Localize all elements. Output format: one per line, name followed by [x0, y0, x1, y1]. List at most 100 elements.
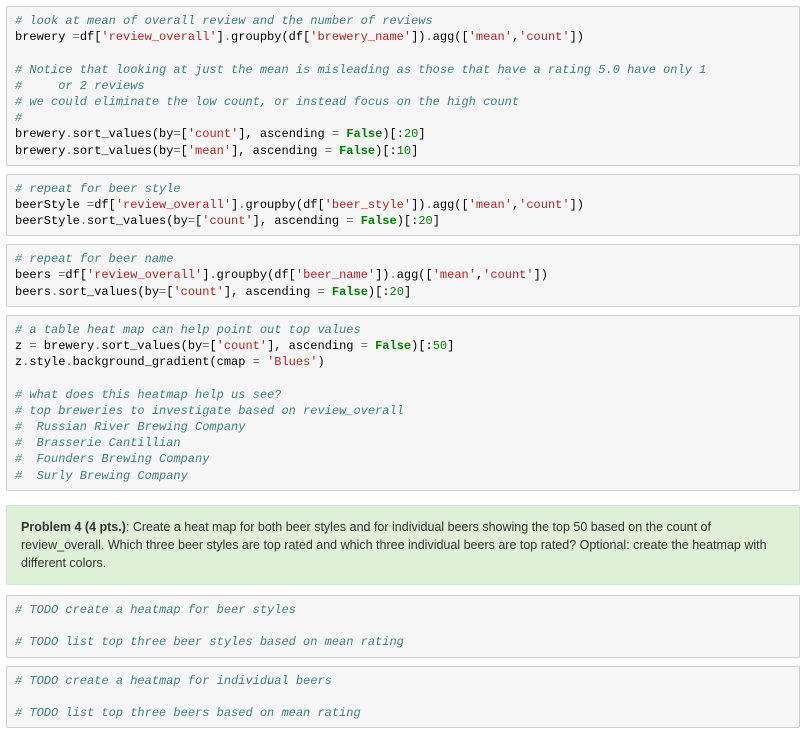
code-token: agg([ — [433, 198, 469, 212]
code-token: . — [390, 268, 397, 282]
code-token: beerStyle — [15, 198, 87, 212]
code-token: . — [65, 127, 72, 141]
code-token: False — [339, 144, 375, 158]
code-token: # repeat for beer name — [15, 252, 173, 266]
code-token: = — [188, 214, 195, 228]
code-token: ) — [317, 355, 324, 369]
code-token: # a table heat map can help point out to… — [15, 323, 361, 337]
problem-cell: Problem 4 (4 pts.): Create a heat map fo… — [6, 505, 800, 585]
code-token: background_gradient(cmap — [73, 355, 253, 369]
code-token: 'beer_name' — [296, 268, 375, 282]
code-cell[interactable]: # a table heat map can help point out to… — [6, 315, 800, 491]
code-token: beerStyle — [15, 214, 80, 228]
code-token: # TODO create a heatmap for individual b… — [15, 674, 332, 688]
code-token: # top breweries to investigate based on … — [15, 404, 404, 418]
code-token: 'count' — [188, 127, 238, 141]
code-token: False — [346, 127, 382, 141]
code-token: ] — [418, 127, 425, 141]
code-token: ], ascending — [224, 285, 318, 299]
code-token: ]) — [570, 198, 584, 212]
code-token: ]) — [375, 268, 389, 282]
code-token: 'count' — [519, 30, 569, 44]
code-token: 10 — [397, 144, 411, 158]
code-token: 50 — [433, 339, 447, 353]
code-token: ] — [217, 30, 224, 44]
code-token: 'mean' — [469, 198, 512, 212]
code-token: ], ascending — [231, 144, 325, 158]
code-token: # Founders Brewing Company — [15, 452, 209, 466]
code-token — [354, 214, 361, 228]
code-token: # repeat for beer style — [15, 182, 181, 196]
code-token: # Russian River Brewing Company — [15, 420, 245, 434]
code-token: 'mean' — [469, 30, 512, 44]
code-token: # Notice that looking at just the mean i… — [15, 63, 706, 77]
code-token: sort_values(by — [73, 144, 174, 158]
code-token: = — [318, 285, 325, 299]
code-token: . — [209, 268, 216, 282]
notebook-container: # look at mean of overall review and the… — [6, 6, 800, 728]
code-token: )[: — [382, 127, 404, 141]
code-token — [325, 285, 332, 299]
code-token: # TODO create a heatmap for beer styles — [15, 603, 296, 617]
code-token: )[: — [375, 144, 397, 158]
code-token: 20 — [390, 285, 404, 299]
code-token: ] — [404, 285, 411, 299]
code-token: 'count' — [217, 339, 267, 353]
code-cell[interactable]: # TODO create a heatmap for beer styles … — [6, 595, 800, 658]
code-token: ], ascending — [267, 339, 361, 353]
code-token: False — [375, 339, 411, 353]
code-token: . — [65, 144, 72, 158]
code-token: # TODO list top three beer styles based … — [15, 635, 404, 649]
code-token: brewery — [15, 144, 65, 158]
code-token: )[: — [397, 214, 419, 228]
code-token: sort_values(by — [101, 339, 202, 353]
code-token: = — [173, 144, 180, 158]
code-token: False — [332, 285, 368, 299]
code-token: . — [426, 198, 433, 212]
code-token: [ — [181, 144, 188, 158]
code-token: ]) — [570, 30, 584, 44]
code-token: df[ — [65, 268, 87, 282]
code-token: = — [29, 339, 36, 353]
code-token: z — [15, 339, 29, 353]
code-token: = — [325, 144, 332, 158]
code-token: [ — [209, 339, 216, 353]
problem-body: : Create a heat map for both beer styles… — [21, 520, 767, 570]
code-token — [260, 355, 267, 369]
problem-title: Problem 4 (4 pts.) — [21, 520, 126, 534]
code-token: groupby(df[ — [217, 268, 296, 282]
code-token: df[ — [94, 198, 116, 212]
code-token: . — [426, 30, 433, 44]
code-cell[interactable]: # repeat for beer style beerStyle = df['r… — [6, 174, 800, 237]
code-token: groupby(df[ — [231, 30, 310, 44]
code-token: 'count' — [483, 268, 533, 282]
code-token: ], ascending — [253, 214, 347, 228]
code-cell[interactable]: # TODO create a heatmap for individual b… — [6, 666, 800, 729]
code-token: sort_values(by — [73, 127, 174, 141]
code-token: 'Blues' — [267, 355, 317, 369]
code-token: 'review_overall' — [87, 268, 202, 282]
code-token: brewery — [15, 30, 73, 44]
code-token: 20 — [404, 127, 418, 141]
code-token: # Brasserie Cantillian — [15, 436, 181, 450]
code-token: sort_values(by — [87, 214, 188, 228]
code-token: 'count' — [519, 198, 569, 212]
code-token: groupby(df[ — [245, 198, 324, 212]
code-token: . — [65, 355, 72, 369]
code-token: brewery — [37, 339, 95, 353]
code-token: 'count' — [173, 285, 223, 299]
code-cell[interactable]: # repeat for beer name beers = df['review… — [6, 244, 800, 307]
code-token: . — [224, 30, 231, 44]
code-token: )[: — [368, 285, 390, 299]
code-token: False — [361, 214, 397, 228]
code-token: 'review_overall' — [116, 198, 231, 212]
code-cell[interactable]: # look at mean of overall review and the… — [6, 6, 800, 166]
code-token: beers — [15, 285, 51, 299]
code-token: = — [361, 339, 368, 353]
code-token: # look at mean of overall review and the… — [15, 14, 433, 28]
code-token: sort_values(by — [58, 285, 159, 299]
code-token: 'beer_style' — [325, 198, 411, 212]
code-token: 20 — [418, 214, 432, 228]
code-token: ]) — [411, 30, 425, 44]
code-token: df[ — [80, 30, 102, 44]
